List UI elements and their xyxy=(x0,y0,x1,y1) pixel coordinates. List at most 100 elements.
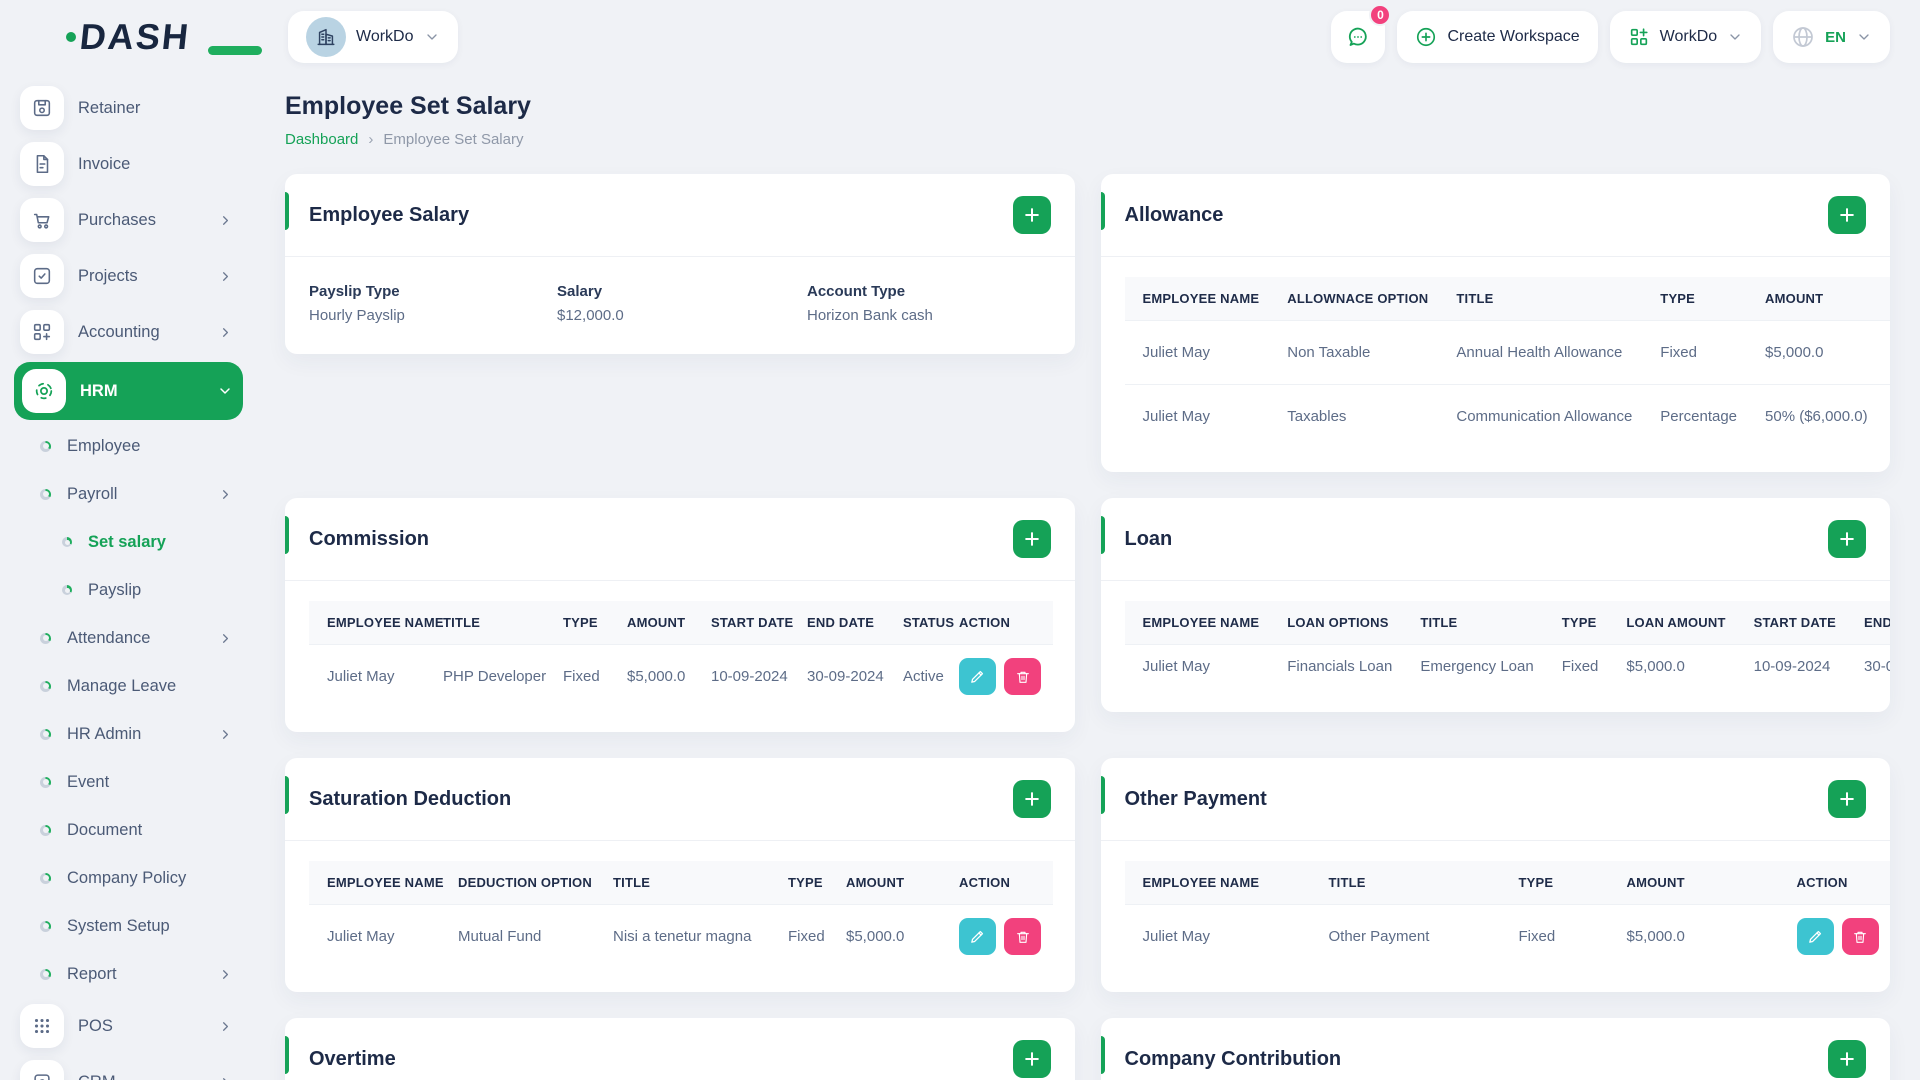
add-commission-button[interactable] xyxy=(1012,520,1051,558)
add-loan-button[interactable] xyxy=(1828,520,1866,558)
delete-button[interactable] xyxy=(1841,918,1879,955)
column-header: AMOUNT xyxy=(1612,861,1783,905)
table-row: Juliet May Non Taxable Annual Health All… xyxy=(1124,320,1890,385)
sidebar-item-company-policy[interactable]: Company Policy xyxy=(14,854,243,902)
breadcrumb-dashboard-link[interactable]: Dashboard xyxy=(285,131,358,148)
sidebar-item-set-salary[interactable]: Set salary xyxy=(14,518,243,566)
sidebar-item-crm[interactable]: CRM xyxy=(14,1054,243,1080)
cell: PHP Developer xyxy=(429,644,549,708)
field-label: Payslip Type xyxy=(309,283,400,300)
field-salary: Salary $12,000.0 xyxy=(557,283,807,324)
sidebar-item-document[interactable]: Document xyxy=(14,806,243,854)
sidebar-item-invoice[interactable]: Invoice xyxy=(14,136,243,192)
sidebar-item-projects[interactable]: Projects xyxy=(14,248,243,304)
create-workspace-label: Create Workspace xyxy=(1447,28,1580,45)
edit-button[interactable] xyxy=(959,658,996,695)
sidebar-item-label: Employee xyxy=(67,436,141,455)
check-square-icon xyxy=(20,254,64,298)
edit-button[interactable] xyxy=(1796,918,1834,955)
add-overtime-button[interactable] xyxy=(1012,1040,1051,1078)
language-selector[interactable]: EN xyxy=(1773,11,1890,63)
action-cell xyxy=(945,644,1053,708)
cell: Fixed xyxy=(1504,904,1613,968)
add-company-contribution-button[interactable] xyxy=(1828,1040,1866,1078)
cell: Fixed xyxy=(549,644,613,708)
allowance-card: Allowance EMPLOYEE NAME ALLOWNACE OPTION… xyxy=(1100,174,1890,472)
logo-bar-icon xyxy=(208,46,262,55)
sidebar-item-purchases[interactable]: Purchases xyxy=(14,192,243,248)
sidebar-item-label: POS xyxy=(78,1016,113,1035)
delete-button[interactable] xyxy=(1004,918,1041,955)
loan-card: Loan EMPLOYEE NAME LOAN OPTIONS TITLE TY… xyxy=(1100,498,1890,712)
column-header: STATUS xyxy=(889,601,954,645)
sidebar-item-label: Report xyxy=(67,964,117,983)
plus-icon xyxy=(1024,792,1039,806)
sidebar-item-event[interactable]: Event xyxy=(14,758,243,806)
commission-card: Commission EMPLOYEE NAME TITLE TYPE AMOU… xyxy=(285,498,1075,732)
sidebar-item-retainer[interactable]: Retainer xyxy=(14,80,243,136)
sidebar-item-accounting[interactable]: Accounting xyxy=(14,304,243,360)
app-logo[interactable]: DASH xyxy=(66,16,262,58)
pos-grid-icon xyxy=(20,1004,64,1048)
column-header: LOAN AMOUNT xyxy=(1612,601,1740,645)
sidebar-item-attendance[interactable]: Attendance xyxy=(14,614,243,662)
card-title: Commission xyxy=(309,527,430,550)
breadcrumb-current: Employee Set Salary xyxy=(383,131,524,148)
cell: 30-09-2024 xyxy=(1850,644,1890,688)
column-header: END DATE xyxy=(1850,601,1890,645)
column-header: TYPE xyxy=(1646,277,1752,321)
cell: Fixed xyxy=(1547,644,1613,688)
add-other-payment-button[interactable] xyxy=(1828,780,1866,818)
other-payment-card: Other Payment EMPLOYEE NAME TITLE TYPE A… xyxy=(1100,758,1890,992)
workspace-menu-button[interactable]: WorkDo xyxy=(1609,11,1762,63)
sidebar-item-employee[interactable]: Employee xyxy=(14,422,243,470)
shopping-cart-icon xyxy=(20,198,64,242)
saturation-deduction-card: Saturation Deduction EMPLOYEE NAME DEDUC… xyxy=(285,758,1075,992)
column-header: EMPLOYEE NAME xyxy=(1124,861,1315,905)
create-workspace-button[interactable]: Create Workspace xyxy=(1397,11,1598,63)
logo-text: DASH xyxy=(77,16,193,57)
table-row: Juliet May Other Payment Fixed $5,000.0 xyxy=(1124,904,1890,968)
allowance-table: EMPLOYEE NAME ALLOWNACE OPTION TITLE TYP… xyxy=(1124,277,1890,448)
cell: $5,000.0 xyxy=(613,644,697,708)
edit-button[interactable] xyxy=(959,918,996,955)
sidebar-item-hr-admin[interactable]: HR Admin xyxy=(14,710,243,758)
cell: $5,000.0 xyxy=(1612,904,1783,968)
sidebar-item-pos[interactable]: POS xyxy=(14,998,243,1054)
sidebar-item-report[interactable]: Report xyxy=(14,950,243,998)
workspace-selector[interactable]: WorkDo xyxy=(288,11,458,63)
chevron-right-icon xyxy=(218,325,233,340)
column-header: EMPLOYEE NAME xyxy=(309,861,444,905)
card-title: Overtime xyxy=(309,1047,396,1070)
bullet-icon xyxy=(40,440,51,452)
main-content: Employee Set Salary Dashboard › Employee… xyxy=(255,74,1920,1080)
sidebar-item-system-setup[interactable]: System Setup xyxy=(14,902,243,950)
field-payslip-type: Payslip Type Hourly Payslip xyxy=(309,283,557,324)
chevron-down-icon xyxy=(426,34,437,40)
messages-button[interactable]: 0 xyxy=(1331,4,1392,63)
plus-icon xyxy=(1024,208,1039,222)
sidebar: Retainer Invoice Purchases Projects Acco… xyxy=(0,74,255,1080)
trash-icon xyxy=(1016,931,1029,943)
add-allowance-button[interactable] xyxy=(1828,196,1866,234)
sidebar-item-payroll[interactable]: Payroll xyxy=(14,470,243,518)
column-header: ACTION xyxy=(945,601,1053,645)
add-saturation-deduction-button[interactable] xyxy=(1012,780,1051,818)
add-employee-salary-button[interactable] xyxy=(1012,196,1051,234)
cell: Taxables xyxy=(1273,384,1443,448)
cell: Juliet May xyxy=(1124,644,1274,688)
commission-table: EMPLOYEE NAME TITLE TYPE AMOUNT START DA… xyxy=(309,601,1053,708)
sidebar-item-payslip[interactable]: Payslip xyxy=(14,566,243,614)
card-title: Company Contribution xyxy=(1124,1047,1342,1070)
chevron-down-icon xyxy=(1859,34,1869,40)
chevron-right-icon xyxy=(218,487,233,502)
column-header: DEDUCTION OPTION xyxy=(444,861,599,905)
delete-button[interactable] xyxy=(1004,658,1041,695)
grid-plus-icon xyxy=(20,310,64,354)
sidebar-item-manage-leave[interactable]: Manage Leave xyxy=(14,662,243,710)
card-title: Loan xyxy=(1124,527,1173,550)
cell: Juliet May xyxy=(1124,904,1315,968)
sidebar-item-hrm[interactable]: HRM xyxy=(14,362,243,420)
table-row: Juliet May PHP Developer Fixed $5,000.0 … xyxy=(309,644,1053,708)
cell: Communication Allowance xyxy=(1442,384,1647,448)
